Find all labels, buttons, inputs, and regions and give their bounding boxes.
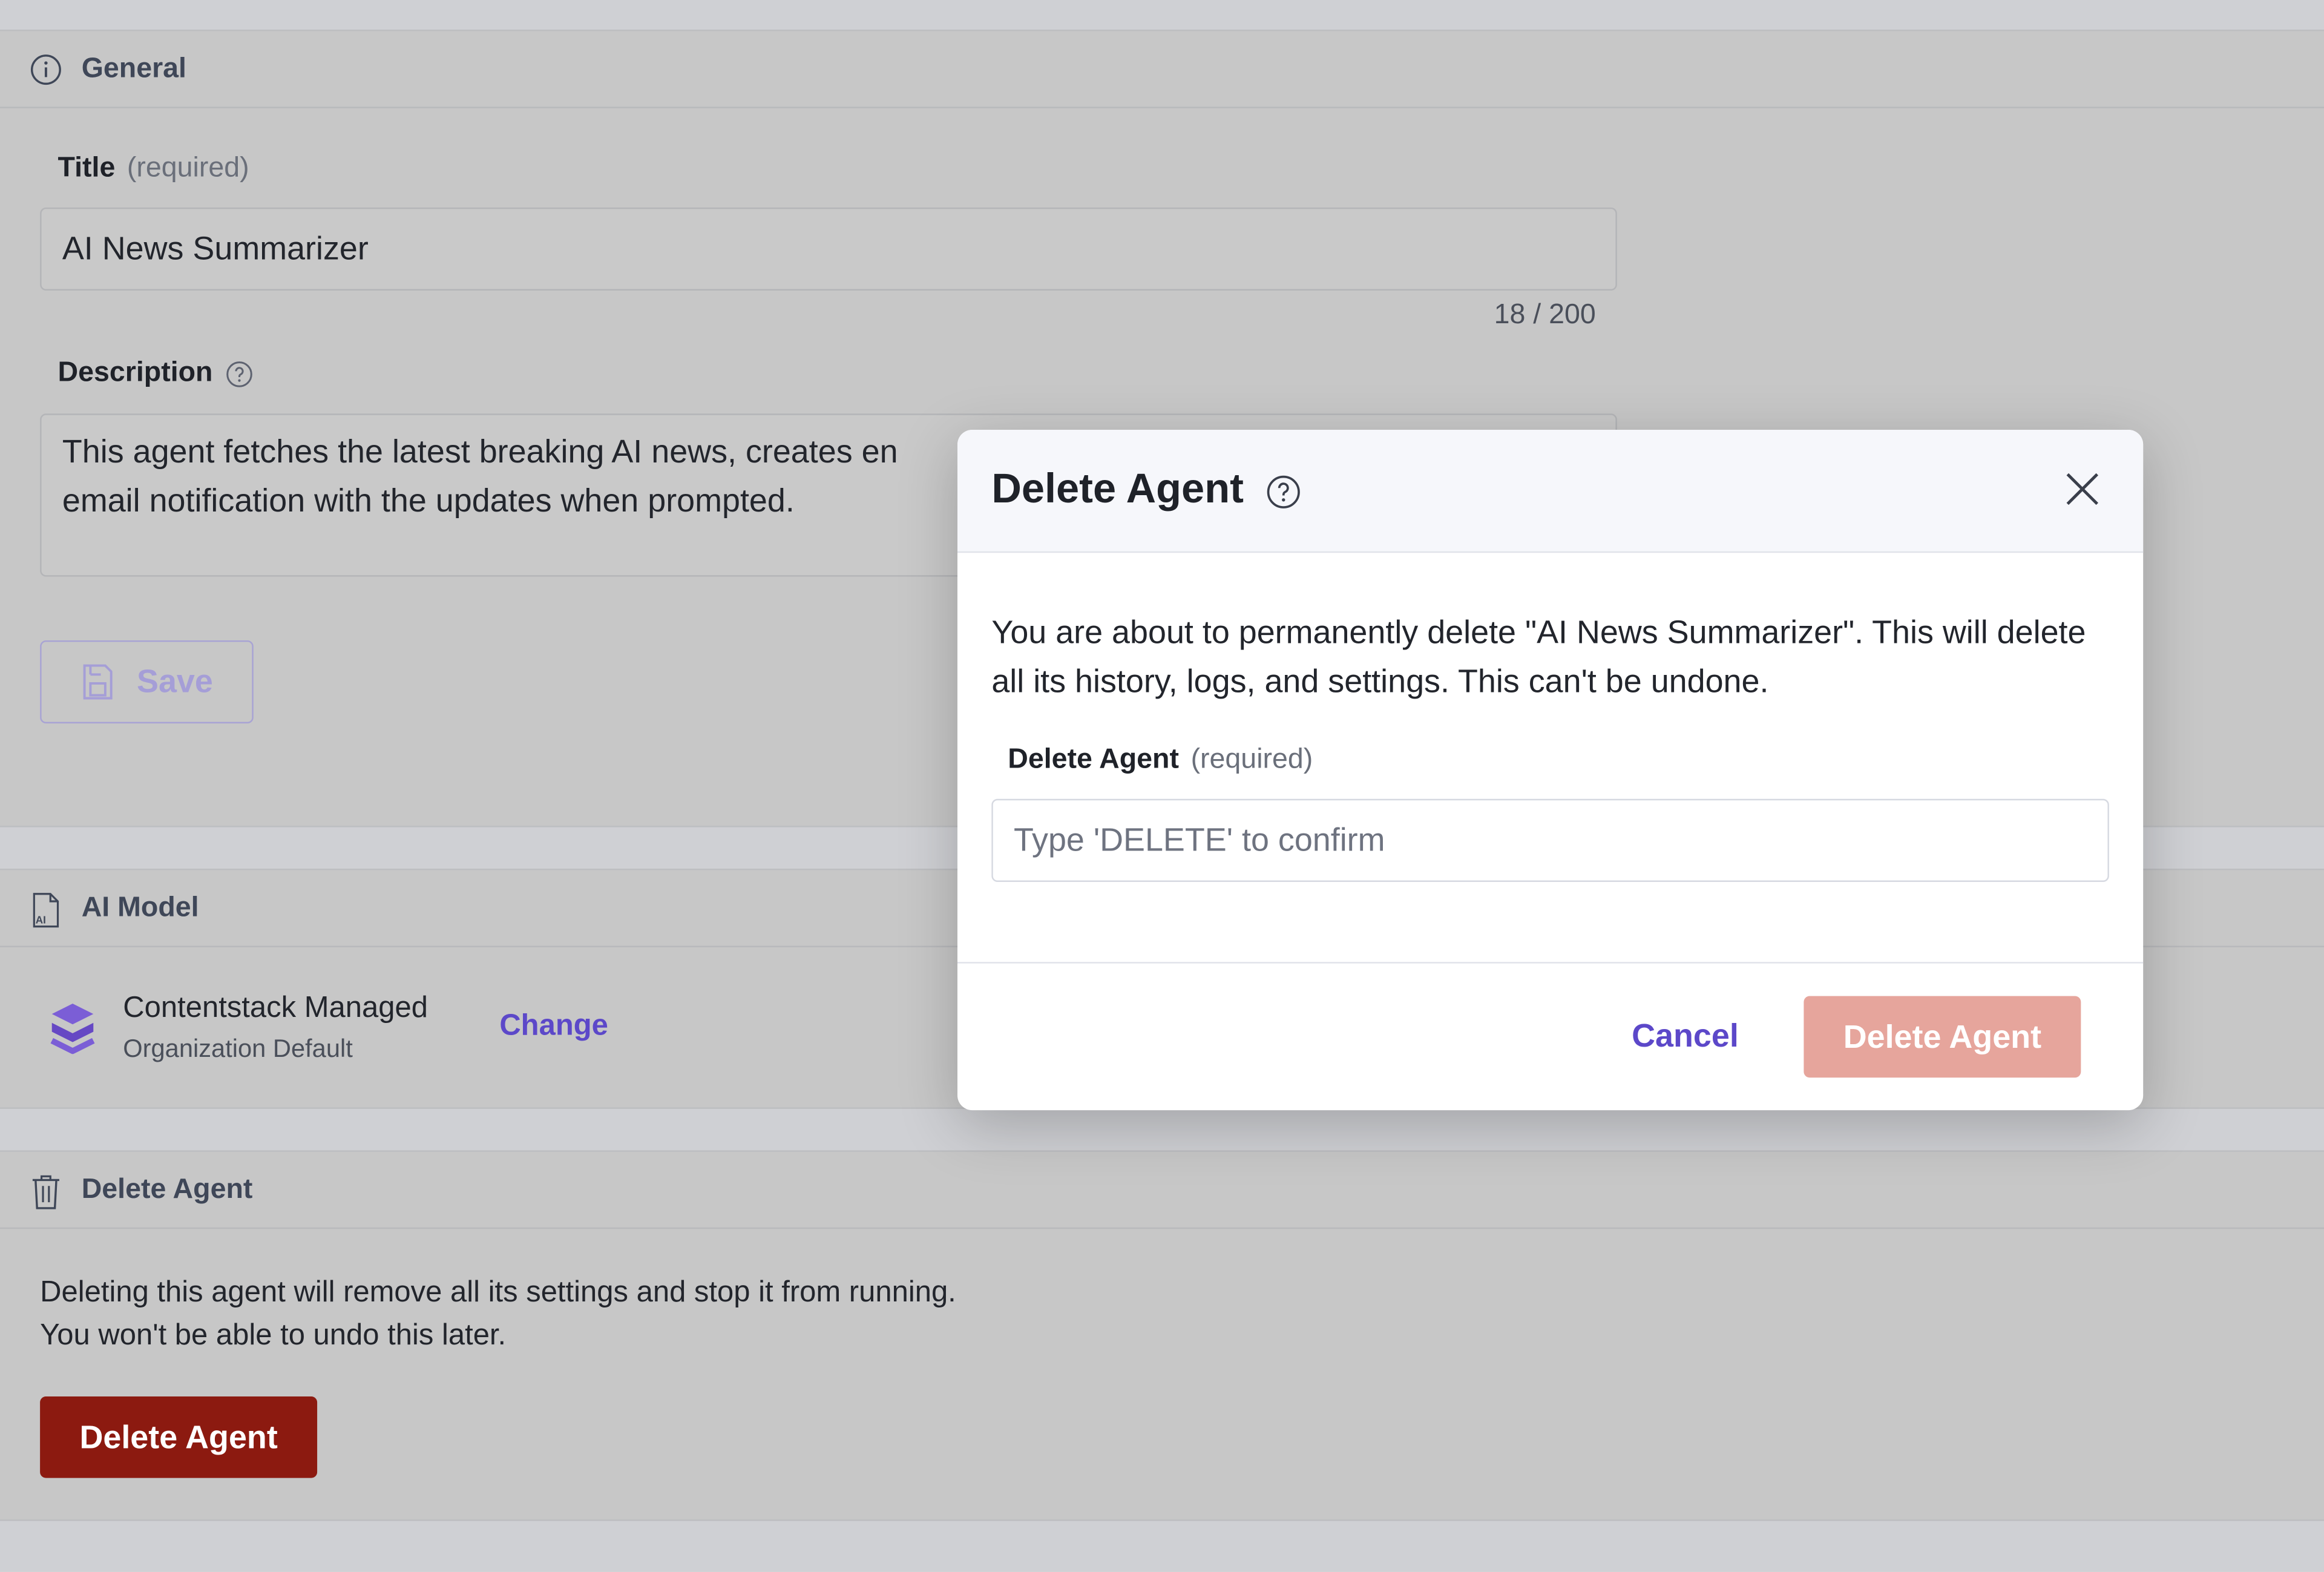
title-required: (required): [126, 153, 249, 184]
save-icon: [80, 663, 116, 702]
delete-agent-heading: Delete Agent: [81, 1173, 253, 1205]
svg-text:AI: AI: [36, 913, 46, 926]
save-button[interactable]: Save: [40, 640, 254, 724]
confirm-field-required: (required): [1190, 744, 1313, 775]
general-heading: General: [81, 52, 186, 84]
model-name: Contentstack Managed: [123, 992, 428, 1025]
model-subtitle: Organization Default: [123, 1034, 353, 1063]
modal-title: Delete Agent: [991, 465, 1244, 511]
modal-footer-divider: [957, 962, 2144, 964]
close-icon[interactable]: [2063, 470, 2102, 508]
modal-header: Delete Agent: [957, 430, 2144, 553]
delete-agent-button[interactable]: Delete Agent: [40, 1396, 318, 1478]
title-label: Title (required): [57, 153, 249, 184]
contentstack-logo: [49, 1001, 96, 1061]
title-char-counter: 18 / 200: [1494, 299, 1596, 331]
modal-dialog: Delete Agent You are about to permanentl…: [957, 430, 2144, 1111]
title-input[interactable]: [40, 207, 1617, 291]
trash-icon: [30, 1173, 62, 1209]
modal-message: You are about to permanently delete "AI …: [991, 613, 2086, 700]
confirm-field-label: Delete Agent (required): [1008, 744, 1313, 775]
delete-agent-modal: Delete Agent You are about to permanentl…: [957, 430, 2144, 1111]
cancel-button[interactable]: Cancel: [1604, 996, 1767, 1076]
save-label: Save: [137, 662, 213, 700]
help-icon[interactable]: [225, 360, 253, 388]
delete-warning-text: Deleting this agent will remove all its …: [40, 1276, 956, 1352]
ai-model-heading: AI Model: [81, 892, 199, 923]
help-icon[interactable]: [1265, 474, 1301, 510]
general-header: General: [0, 31, 2324, 108]
change-model-link[interactable]: Change: [499, 1010, 608, 1044]
info-icon: [30, 53, 62, 85]
confirm-delete-button[interactable]: Delete Agent: [1804, 996, 2081, 1078]
description-label: Description: [58, 357, 253, 390]
delete-agent-header: Delete Agent: [0, 1152, 2324, 1229]
ai-file-icon: AI: [30, 892, 62, 927]
delete-confirm-input[interactable]: [991, 798, 2109, 882]
